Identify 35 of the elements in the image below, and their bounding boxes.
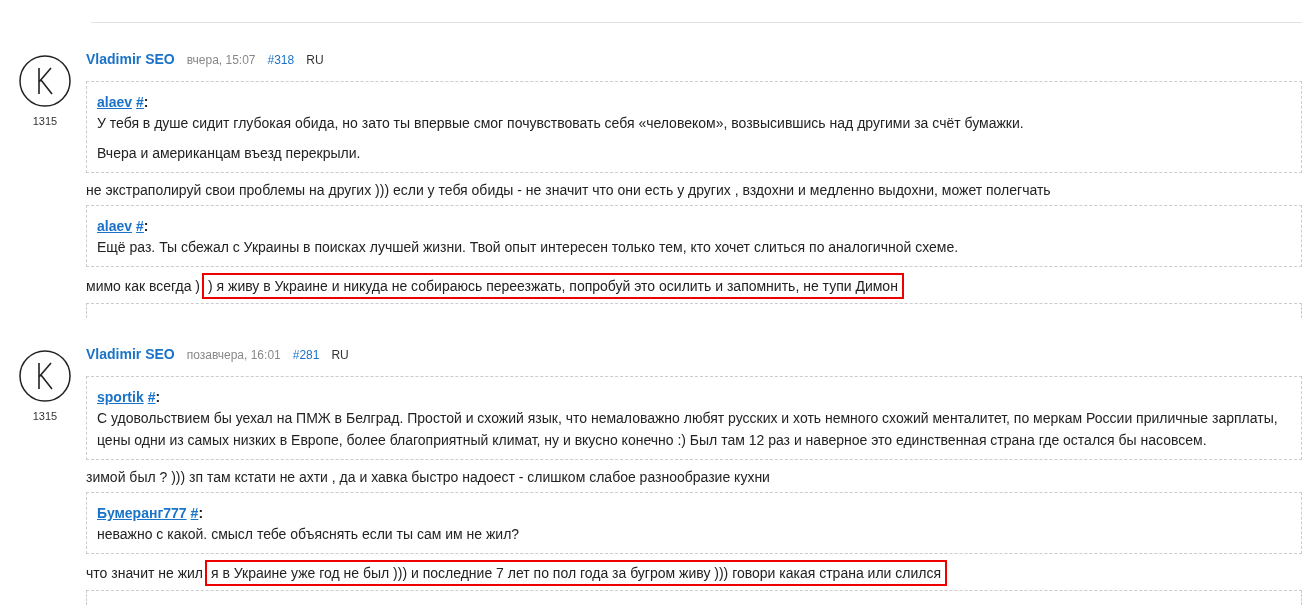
highlighted-text: ) я живу в Украине и никуда не собираюсь переезжать, попробуй это осилить и запомнить, не тупи Димон [202, 273, 904, 299]
quote-colon: : [143, 217, 149, 236]
post-language: RU [331, 348, 349, 362]
author-link[interactable]: Vladimir SEO [86, 346, 175, 362]
quote-anchor-link[interactable]: # [136, 216, 144, 236]
highlighted-text: я в Украине уже год не был ))) и последние 7 лет по пол года за бугром живу ))) говори какая страна или слился [205, 560, 948, 586]
quote-colon: : [155, 388, 161, 407]
quote-text: неважно с какой. смысл тебе объяснять если ты сам им не жил? [97, 525, 521, 544]
user-rating: 1315 [32, 410, 58, 422]
reply-text: мимо как всегда ) [86, 277, 201, 296]
post-number-link[interactable]: #281 [292, 348, 320, 362]
post-language: RU [306, 53, 324, 67]
quoted-user-link[interactable]: alaev [97, 92, 133, 112]
post-time: вчера, 15:07 [186, 53, 256, 67]
avatar-icon [19, 350, 71, 402]
quote-colon: : [143, 93, 149, 112]
quote-text: Вчера и американцам въезд перекрыли. [97, 144, 362, 163]
quote-anchor-link[interactable]: # [190, 503, 199, 523]
quote-text: Ещё раз. Ты сбежал с Украины в поисках лучшей жизни. Твой опыт интересен только тем, кто хочет слиться по аналогичной схеме. [97, 238, 960, 257]
quote-anchor-link[interactable]: # [136, 92, 144, 112]
reply-text: что значит не жил [86, 564, 204, 583]
quote-text: С удовольствием бы уехал на ПМЖ в Белград. Простой и схожий язык, что немаловажно любят русских и хоть немного схожий менталитет, по меркам России приличные зарплаты, цены одни из самых низких в Европе, более благоприятный климат, ну и вкусно конечно :) Был там 12 раз и наверное это единственная страна где остался бы насовсем. [97, 409, 1279, 450]
user-rating: 1315 [32, 115, 58, 127]
quoted-user-link[interactable]: sportik [97, 387, 144, 407]
avatar-icon [19, 55, 71, 107]
quote-colon: : [198, 504, 204, 523]
post-time: позавчера, 16:01 [186, 348, 281, 362]
author-link[interactable]: Vladimir SEO [86, 51, 175, 67]
quote-text: У тебя в душе сидит глубокая обида, но зато ты впервые смог почувствовать себя «человеком», возвысившись над другими за счёт бумажки. [97, 114, 1025, 133]
reply-text: не экстраполируй свои проблемы на других ))) если у тебя обиды - не значит что они есть у других , вздохни и медленно выдохни, может полегчать [86, 181, 1051, 200]
reply-text: зимой был ? ))) зп там кстати не ахти , да и хавка быстро надоест - слишком слабое разнообразие кухни [86, 468, 770, 487]
quoted-user-link[interactable]: Бумеранг777 [97, 503, 187, 523]
quoted-user-link[interactable]: alaev [97, 216, 133, 236]
post-number-link[interactable]: #318 [267, 53, 295, 67]
quote-anchor-link[interactable]: # [147, 387, 156, 407]
